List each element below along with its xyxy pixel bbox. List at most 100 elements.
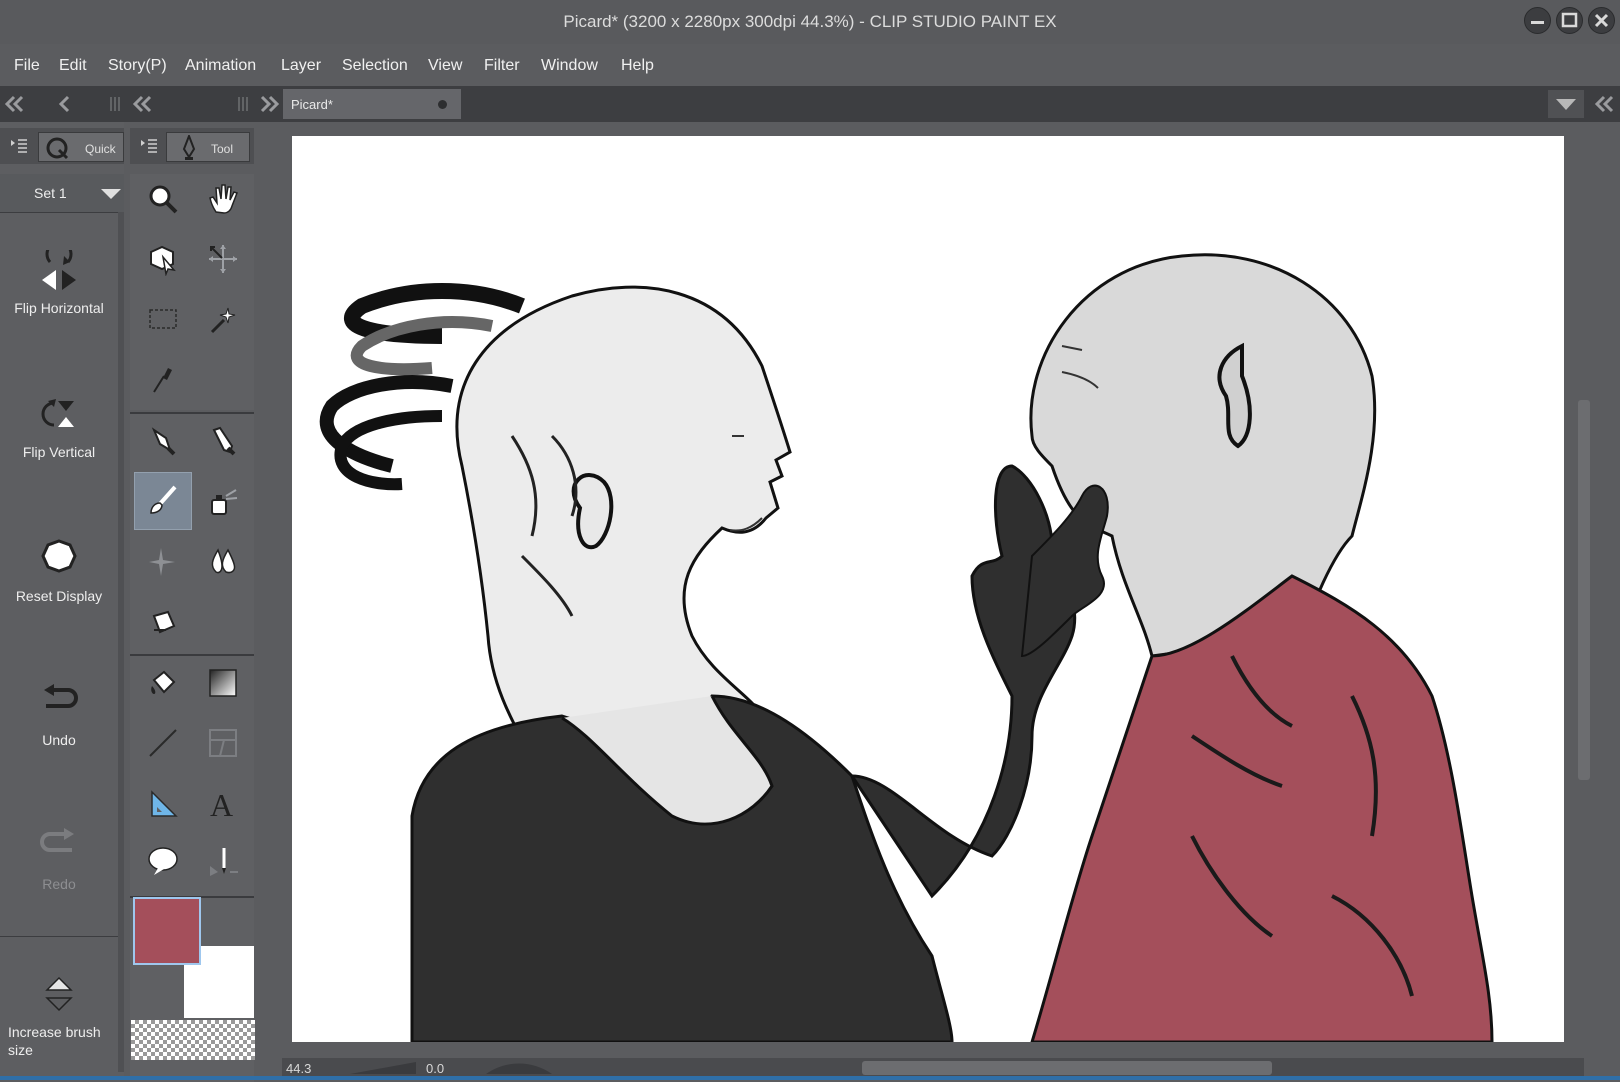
menu-view[interactable]: View (428, 57, 462, 75)
pen-nib-icon (151, 427, 176, 456)
menu-bar: File Edit Story(P) Animation Layer Selec… (0, 44, 1620, 86)
tool-frame-border[interactable] (196, 716, 250, 770)
tab-picard[interactable]: Picard* (283, 89, 461, 119)
menu-window[interactable]: Window (541, 57, 598, 75)
brush-icon (150, 485, 177, 514)
undo-icon (44, 684, 78, 708)
grip-icon[interactable] (108, 96, 122, 112)
tool-auto-select[interactable] (196, 292, 250, 346)
tool-blend[interactable] (196, 534, 250, 588)
tab-label: Picard* (291, 97, 333, 112)
minimize-icon (1531, 21, 1544, 24)
vertical-scrollbar[interactable] (1578, 400, 1590, 780)
chevron-left-icon[interactable] (58, 94, 72, 114)
zoom-slider-icon (350, 1062, 416, 1074)
horizontal-scrollbar[interactable] (862, 1061, 1272, 1075)
chevron-down-icon (101, 189, 121, 199)
quick-access-tab[interactable]: Quick (38, 132, 124, 162)
tool-figure[interactable] (136, 716, 190, 770)
panel-scrollbar[interactable] (118, 212, 124, 1072)
document-tab-bar (0, 86, 1620, 122)
maximize-icon (1561, 12, 1578, 28)
tool-tab[interactable]: Tool (166, 132, 250, 162)
menu-animation[interactable]: Animation (185, 57, 256, 75)
quick-access-icon (46, 137, 69, 160)
tab-list-dropdown-icon[interactable] (1548, 90, 1584, 118)
tool-pen[interactable] (136, 414, 190, 468)
menu-help[interactable]: Help (621, 57, 654, 75)
rotation-value[interactable]: 0.0 (426, 1061, 444, 1076)
panel-menu-icon[interactable] (10, 138, 28, 154)
menu-file[interactable]: File (14, 57, 40, 75)
redo-icon (40, 828, 74, 852)
magnifier-icon (149, 185, 178, 214)
tool-balloon[interactable] (136, 834, 190, 888)
rotation-slider[interactable] (486, 1060, 552, 1076)
menu-story[interactable]: Story(P) (108, 57, 167, 75)
maximize-button[interactable] (1556, 7, 1583, 34)
tool-airbrush[interactable] (196, 474, 250, 528)
set-selector[interactable]: Set 1 (0, 174, 124, 213)
minimize-button[interactable] (1524, 7, 1551, 34)
gradient-icon (209, 669, 237, 697)
reset-display-icon (41, 539, 77, 573)
menu-layer[interactable]: Layer (281, 57, 321, 75)
brush-size-icon (45, 976, 73, 1012)
tool-move-layer[interactable] (196, 232, 250, 286)
close-button[interactable] (1588, 7, 1615, 34)
drawing-canvas[interactable] (292, 136, 1564, 1042)
title-bar: Picard* (3200 x 2280px 300dpi 44.3%) - C… (0, 0, 1620, 45)
ruler-triangle-icon (151, 790, 178, 817)
rotation-slider-icon (486, 1063, 552, 1074)
tool-fill[interactable] (136, 656, 190, 710)
panel-menu-icon[interactable] (140, 138, 158, 154)
tool-decoration[interactable] (136, 534, 190, 588)
flip-horizontal-icon (42, 250, 76, 290)
tool-correct-line[interactable] (196, 834, 250, 888)
transparent-color-swatch[interactable] (131, 1020, 255, 1060)
collapse-left-icon[interactable] (132, 94, 154, 114)
redo-label: Redo (42, 876, 76, 892)
tool-hand[interactable] (196, 172, 250, 226)
tool-eraser[interactable] (136, 594, 190, 648)
eyedropper-icon (153, 368, 172, 393)
increase-brush-size-label: Increase brush size (8, 1024, 101, 1058)
collapse-right-panel-icon[interactable] (1594, 94, 1616, 114)
tool-selection[interactable] (136, 292, 190, 346)
tool-zoom[interactable] (136, 172, 190, 226)
marquee-icon (149, 309, 177, 329)
speech-balloon-icon (148, 847, 178, 875)
expand-right-icon[interactable] (258, 94, 280, 114)
tool-brush[interactable] (134, 472, 192, 530)
tool-gradient[interactable] (196, 656, 250, 710)
zoom-value[interactable]: 44.3 (286, 1061, 311, 1076)
pencil-icon (212, 426, 236, 456)
tool-panel-header: Tool (130, 128, 254, 164)
undo-label: Undo (42, 732, 76, 748)
tool-pencil[interactable] (196, 414, 250, 468)
sparkle-icon (149, 548, 175, 576)
tool-text[interactable]: A (196, 776, 250, 830)
menu-filter[interactable]: Filter (484, 57, 520, 75)
airbrush-icon (211, 489, 238, 515)
collapse-left-icon[interactable] (4, 94, 26, 114)
window-title: Picard* (3200 x 2280px 300dpi 44.3%) - C… (563, 12, 1057, 31)
tool-object[interactable] (136, 232, 190, 286)
menu-selection[interactable]: Selection (342, 57, 408, 75)
main-color-swatch[interactable] (133, 897, 201, 965)
tool-eyedropper[interactable] (136, 352, 190, 406)
tab-close-dot[interactable] (438, 100, 447, 109)
menu-edit[interactable]: Edit (59, 57, 87, 75)
zoom-slider[interactable] (350, 1060, 416, 1076)
artwork (319, 253, 1494, 1042)
object-cursor-icon (150, 245, 176, 276)
quick-access-header: Quick (0, 128, 124, 164)
close-icon (1594, 13, 1609, 28)
divider (0, 936, 118, 937)
frame-border-icon (209, 729, 237, 757)
hand-icon (209, 184, 238, 214)
tool-ruler[interactable] (136, 776, 190, 830)
flip-horizontal-label: Flip Horizontal (14, 300, 104, 316)
taskbar-edge (0, 1076, 1620, 1080)
grip-icon[interactable] (236, 96, 250, 112)
